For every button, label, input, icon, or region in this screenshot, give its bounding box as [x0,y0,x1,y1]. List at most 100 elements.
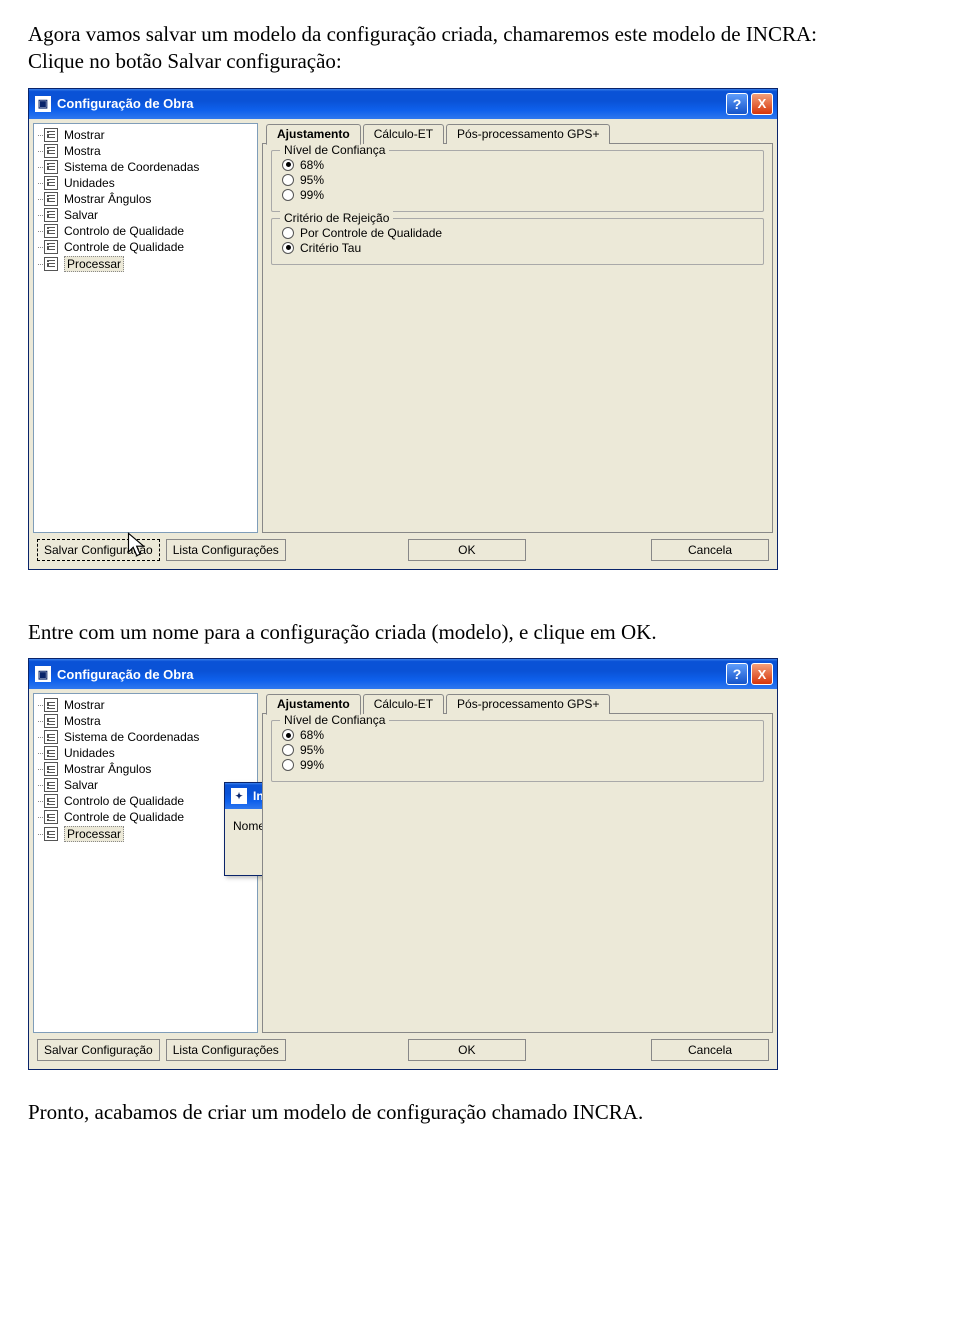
list-icon [44,192,58,206]
config-window-with-modal: ▣ Configuração de Obra ? X Mostrar Mostr… [28,658,778,1070]
list-config-button[interactable]: Lista Configurações [166,1039,286,1061]
radio-99[interactable]: 99% [282,188,753,202]
tree-label: Unidades [64,746,115,760]
doc-paragraph: Agora vamos salvar um modelo da configur… [28,22,932,47]
tree-item[interactable]: Mostra [36,143,255,159]
tree-label: Mostrar Ângulos [64,762,151,776]
radio-label: Por Controle de Qualidade [300,226,442,240]
tab-calculo-et[interactable]: Cálculo-ET [363,124,444,144]
radio-label: 99% [300,758,324,772]
app-icon: ▣ [35,96,51,112]
list-icon [44,176,58,190]
tree-item[interactable]: Mostrar [36,127,255,143]
radio-label: 68% [300,728,324,742]
tree-label: Salvar [64,778,98,792]
list-icon [44,144,58,158]
tree-label: Controle de Qualidade [64,810,184,824]
help-button[interactable]: ? [726,93,748,115]
tab-gps[interactable]: Pós-processamento GPS+ [446,694,610,714]
app-icon: ✦ [231,788,247,804]
radio-68[interactable]: 68% [282,728,753,742]
legend: Critério de Rejeição [280,211,393,225]
titlebar[interactable]: ▣ Configuração de Obra ? X [29,89,777,119]
save-config-button[interactable]: Salvar Configuração [37,1039,160,1061]
tree-item[interactable]: Mostrar Ângulos [36,761,255,777]
tree-label: Processar [64,256,124,272]
save-config-button[interactable]: Salvar Configuração [37,539,160,561]
tree-label: Unidades [64,176,115,190]
list-icon [44,128,58,142]
list-icon [44,208,58,222]
tree-label: Mostra [64,144,101,158]
radio-icon [282,759,294,771]
tab-gps[interactable]: Pós-processamento GPS+ [446,124,610,144]
tree-item-processar[interactable]: Processar [36,825,255,843]
radio-label: 99% [300,188,324,202]
tree-item[interactable]: Mostra [36,713,255,729]
app-icon: ▣ [35,666,51,682]
fieldset-rejeicao: Critério de Rejeição Por Controle de Qua… [271,218,764,265]
radio-icon [282,189,294,201]
radio-criterio-tau[interactable]: Critério Tau [282,241,753,255]
tab-calculo-et[interactable]: Cálculo-ET [363,694,444,714]
tab-page: Nível de Confiança 68% 95% 99% Critério … [262,143,773,533]
radio-99[interactable]: 99% [282,758,753,772]
tree-item[interactable]: Mostrar Ângulos [36,191,255,207]
titlebar[interactable]: ▣ Configuração de Obra ? X [29,659,777,689]
ok-button[interactable]: OK [408,539,526,561]
window-title: Configuração de Obra [57,667,194,682]
radio-icon [282,242,294,254]
tab-ajustamento[interactable]: Ajustamento [266,124,361,145]
radio-icon [282,729,294,741]
list-icon [44,794,58,808]
window-title: Configuração de Obra [57,96,194,111]
list-icon [44,160,58,174]
tree-item[interactable]: Salvar [36,777,255,793]
tree-item[interactable]: Salvar [36,207,255,223]
fieldset-confianca: Nível de Confiança 68% 95% 99% [271,720,764,782]
tree-label: Mostrar [64,128,105,142]
tree-item[interactable]: Controle de Qualidade [36,809,255,825]
list-icon [44,714,58,728]
tree-label: Processar [64,826,124,842]
tree-item[interactable]: Sistema de Coordenadas [36,159,255,175]
button-bar: Salvar Configuração Lista Configurações … [33,1033,773,1065]
tree-item[interactable]: Mostrar [36,697,255,713]
list-icon [44,257,58,271]
tree-item[interactable]: Unidades [36,745,255,761]
tree-label: Salvar [64,208,98,222]
tab-ajustamento[interactable]: Ajustamento [266,694,361,715]
list-icon [44,240,58,254]
tab-strip: Ajustamento Cálculo-ET Pós-processamento… [262,123,773,144]
cancel-button[interactable]: Cancela [651,1039,769,1061]
tree-item[interactable]: Controle de Qualidade [36,239,255,255]
nav-tree[interactable]: Mostrar Mostra Sistema de Coordenadas Un… [33,123,258,533]
tree-item-processar[interactable]: Processar [36,255,255,273]
tree-label: Sistema de Coordenadas [64,160,199,174]
close-button[interactable]: X [751,663,773,685]
config-window: ▣ Configuração de Obra ? X Mostrar Mostr… [28,88,778,570]
help-button[interactable]: ? [726,663,748,685]
tree-label: Mostra [64,714,101,728]
button-bar: Salvar Configuração Lista Configurações … [33,533,773,565]
list-icon [44,698,58,712]
radio-label: 95% [300,173,324,187]
cancel-button[interactable]: Cancela [651,539,769,561]
legend: Nível de Confiança [280,713,389,727]
tree-item[interactable]: Controlo de Qualidade [36,793,255,809]
radio-68[interactable]: 68% [282,158,753,172]
tree-item[interactable]: Sistema de Coordenadas [36,729,255,745]
tree-item[interactable]: Unidades [36,175,255,191]
radio-95[interactable]: 95% [282,173,753,187]
radio-label: 95% [300,743,324,757]
close-button[interactable]: X [751,93,773,115]
ok-button[interactable]: OK [408,1039,526,1061]
tree-item[interactable]: Controlo de Qualidade [36,223,255,239]
radio-label: 68% [300,158,324,172]
radio-por-controle[interactable]: Por Controle de Qualidade [282,226,753,240]
list-config-button[interactable]: Lista Configurações [166,539,286,561]
legend: Nível de Confiança [280,143,389,157]
radio-95[interactable]: 95% [282,743,753,757]
tree-label: Sistema de Coordenadas [64,730,199,744]
list-icon [44,224,58,238]
